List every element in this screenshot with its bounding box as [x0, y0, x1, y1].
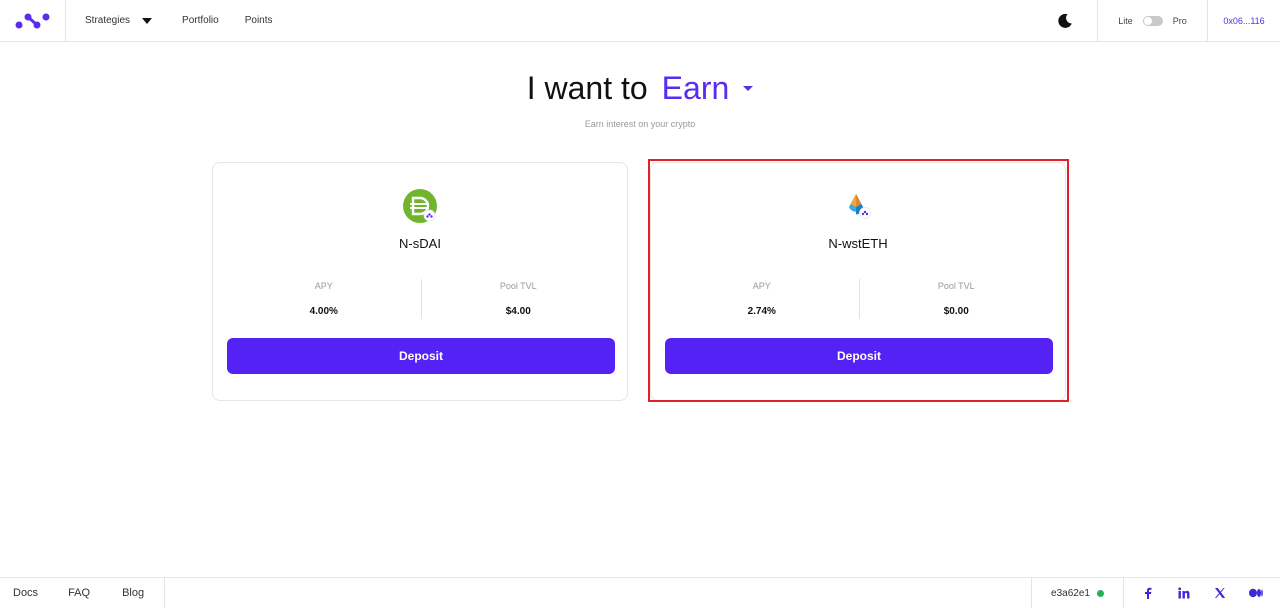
card-title: N-sDAI	[399, 236, 441, 251]
x-icon[interactable]	[1211, 584, 1229, 602]
status-dot-icon	[1096, 589, 1104, 597]
apy-stat: APY 4.00%	[227, 279, 421, 321]
strategy-card-nwsteth: N-wstETH APY 2.74% Pool TVL $0.00 Deposi…	[650, 162, 1066, 401]
mode-pro-label: Pro	[1172, 15, 1187, 26]
build-status: e3a62e1	[1031, 578, 1123, 608]
top-header: Strategies Portfolio Points Lite Pro 0x0…	[0, 0, 1280, 42]
social-links	[1123, 578, 1280, 608]
nav-strategies[interactable]: Strategies	[85, 15, 153, 26]
deposit-button[interactable]: Deposit	[227, 338, 615, 374]
chevron-down-icon	[743, 86, 754, 91]
card-stats: APY 2.74% Pool TVL $0.00	[665, 279, 1053, 321]
hero: I want to Earn Earn interest on your cry…	[0, 70, 1280, 129]
build-hash: e3a62e1	[1051, 587, 1090, 599]
tvl-label: Pool TVL	[499, 281, 537, 291]
action-label: Earn	[661, 70, 730, 106]
wsteth-token-icon	[849, 194, 871, 219]
header-right: Lite Pro 0x06...116	[1033, 0, 1280, 41]
logo-cell[interactable]	[0, 0, 66, 41]
footer-link-blog[interactable]: Blog	[122, 587, 144, 599]
wallet-address-button[interactable]: 0x06...116	[1208, 0, 1280, 41]
apy-label: APY	[314, 281, 333, 291]
linkedin-icon[interactable]	[1175, 584, 1193, 602]
toggle-knob	[1143, 16, 1152, 25]
app-logo-icon[interactable]	[15, 12, 51, 30]
footer: Docs FAQ Blog e3a62e1	[0, 577, 1280, 608]
nav-points[interactable]: Points	[245, 15, 273, 26]
strategy-card-nsdai: N-sDAI APY 4.00% Pool TVL $4.00 Deposit	[212, 162, 628, 401]
nav-portfolio[interactable]: Portfolio	[182, 15, 219, 26]
sdai-token-icon	[403, 189, 437, 223]
apy-stat: APY 2.74%	[665, 279, 859, 321]
card-stats: APY 4.00% Pool TVL $4.00	[227, 279, 615, 321]
mode-switch: Lite Pro	[1097, 0, 1208, 41]
footer-link-faq[interactable]: FAQ	[68, 587, 90, 599]
medium-icon[interactable]	[1247, 584, 1265, 602]
nav-strategies-label: Strategies	[85, 15, 131, 26]
tvl-stat: Pool TVL $4.00	[422, 279, 616, 321]
lite-pro-toggle[interactable]	[1142, 15, 1163, 26]
tvl-stat: Pool TVL $0.00	[860, 279, 1054, 321]
chevron-down-icon	[142, 17, 153, 24]
apy-value: 2.74%	[747, 306, 776, 317]
facebook-icon[interactable]	[1139, 584, 1157, 602]
mode-lite-label: Lite	[1118, 15, 1133, 26]
footer-right: e3a62e1	[1031, 578, 1280, 608]
deposit-button[interactable]: Deposit	[665, 338, 1053, 374]
tvl-label: Pool TVL	[937, 281, 975, 291]
card-title: N-wstETH	[828, 236, 888, 251]
tvl-value: $4.00	[505, 306, 531, 317]
footer-link-docs[interactable]: Docs	[13, 587, 38, 599]
moon-icon[interactable]	[1057, 13, 1073, 29]
apy-label: APY	[752, 281, 771, 291]
theme-toggle[interactable]	[1033, 0, 1097, 41]
main-nav: Strategies Portfolio Points	[66, 0, 273, 41]
action-dropdown[interactable]: Earn	[662, 70, 754, 107]
tvl-value: $0.00	[943, 306, 969, 317]
apy-value: 4.00%	[309, 306, 338, 317]
page-title: I want to Earn	[527, 70, 754, 107]
footer-links: Docs FAQ Blog	[0, 578, 165, 608]
title-prefix: I want to	[526, 70, 648, 106]
page-subtitle: Earn interest on your crypto	[584, 119, 696, 129]
